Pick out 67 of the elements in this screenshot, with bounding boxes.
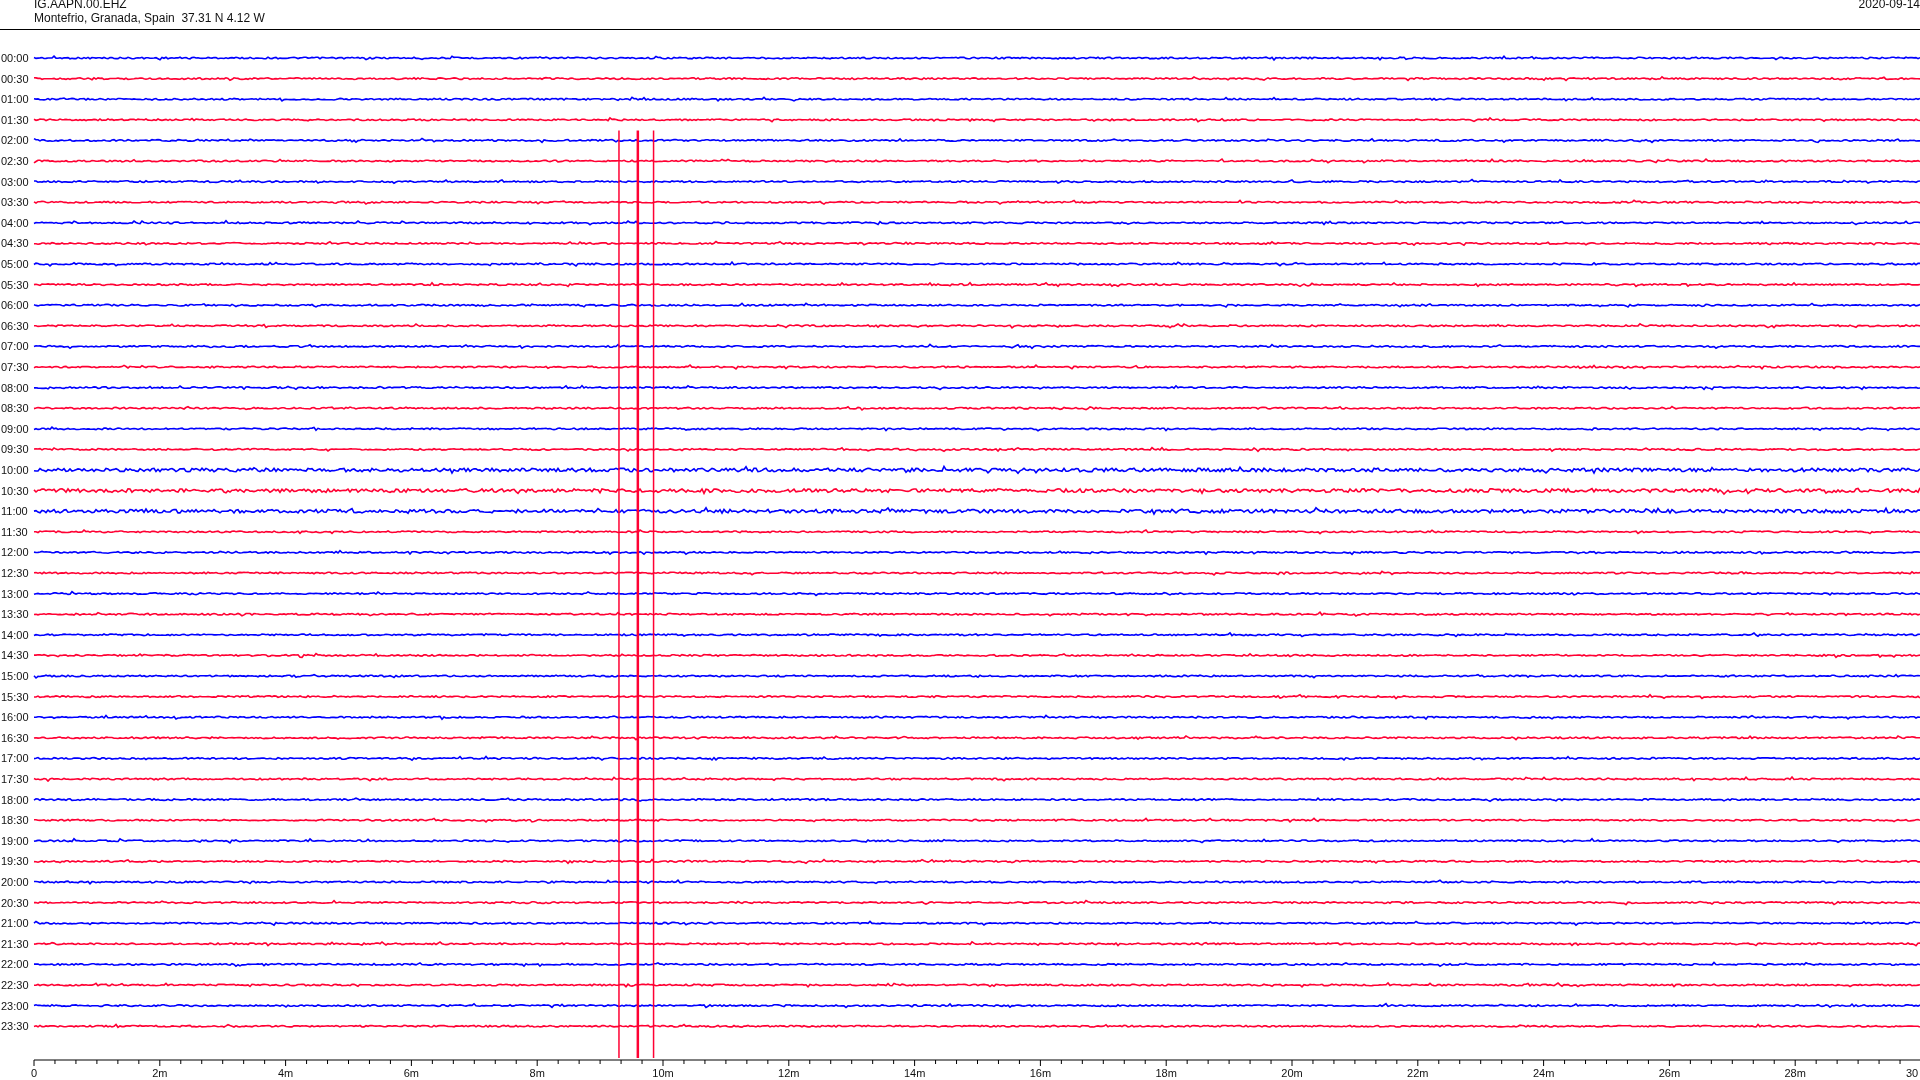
time-label: 09:30 xyxy=(1,443,29,456)
axis-tick-label: 16m xyxy=(1029,1067,1052,1079)
axis-tick-label: 8m xyxy=(529,1067,545,1079)
axis-tick-label: 6m xyxy=(403,1067,420,1079)
time-label: 21:00 xyxy=(1,917,29,930)
time-label: 01:30 xyxy=(1,113,29,126)
axis-tick-label: 2m xyxy=(152,1067,168,1079)
time-label: 07:00 xyxy=(1,340,29,353)
time-label: 02:30 xyxy=(1,155,29,167)
axis-tick-label: 22m xyxy=(1407,1067,1429,1079)
time-label: 13:30 xyxy=(1,608,29,621)
axis-tick-label: 28m xyxy=(1784,1067,1806,1079)
time-label: 19:30 xyxy=(1,855,29,868)
time-label: 10:30 xyxy=(1,484,29,497)
time-label: 16:30 xyxy=(1,731,29,744)
time-label: 06:00 xyxy=(1,299,29,312)
axis-tick-label: 4m xyxy=(277,1067,294,1079)
time-label: 03:30 xyxy=(1,196,29,209)
axis-tick-label: 20m xyxy=(1281,1067,1303,1079)
time-label: 15:30 xyxy=(1,690,29,703)
time-label: 04:30 xyxy=(1,237,29,250)
time-label: 20:30 xyxy=(1,896,29,909)
time-label: 05:30 xyxy=(1,278,29,291)
time-label: 17:00 xyxy=(1,752,29,765)
time-label: 23:00 xyxy=(1,999,29,1012)
time-label: 00:30 xyxy=(1,72,29,85)
time-label: 07:30 xyxy=(1,361,29,373)
axis-tick-label: 14m xyxy=(903,1067,926,1079)
plot-date: 2020-09-14 xyxy=(1858,0,1920,13)
time-label: 03:00 xyxy=(1,175,29,188)
time-label: 18:00 xyxy=(1,793,29,806)
time-label: 13:00 xyxy=(1,587,29,600)
time-label: 08:30 xyxy=(1,402,29,415)
time-label: 11:30 xyxy=(1,525,28,538)
time-label: 20:00 xyxy=(1,876,29,888)
station-location: Montefrio, Granada, Spain 37.31 N 4.12 W xyxy=(34,11,265,25)
axis-tick-label: 30 xyxy=(1906,1067,1919,1079)
time-label: 14:30 xyxy=(1,649,29,662)
time-label: 22:00 xyxy=(1,958,29,971)
time-label: 04:00 xyxy=(1,216,29,229)
time-label: 08:00 xyxy=(1,381,29,394)
time-label: 17:30 xyxy=(1,773,29,785)
time-label: 02:00 xyxy=(1,134,29,147)
axis-tick-label: 0 xyxy=(30,1067,38,1079)
time-label: 06:30 xyxy=(1,319,29,332)
time-label: 00:00 xyxy=(1,52,29,64)
time-label: 05:00 xyxy=(1,258,29,270)
time-label: 11:00 xyxy=(1,505,28,518)
axis-tick-label: 18m xyxy=(1155,1067,1177,1079)
axis-tick-label: 24m xyxy=(1532,1067,1555,1079)
axis-tick-label: 12m xyxy=(778,1067,800,1079)
time-label: 10:00 xyxy=(1,464,29,476)
time-label: 19:00 xyxy=(1,834,29,847)
time-label: 21:30 xyxy=(1,937,29,950)
time-label: 15:00 xyxy=(1,670,29,682)
time-label: 14:00 xyxy=(1,628,29,641)
axis-tick-label: 10m xyxy=(652,1067,674,1079)
time-label: 01:00 xyxy=(1,93,29,106)
time-label: 18:30 xyxy=(1,814,29,827)
time-label: 09:00 xyxy=(1,422,29,435)
time-label: 12:30 xyxy=(1,567,29,579)
station-code: IG.AAPN.00.EHZ xyxy=(34,0,128,11)
axis-tick-label: 26m xyxy=(1658,1067,1681,1079)
time-label: 12:00 xyxy=(1,546,29,559)
time-label: 23:30 xyxy=(1,1020,29,1033)
time-label: 16:00 xyxy=(1,711,29,724)
time-label: 22:30 xyxy=(1,979,29,991)
